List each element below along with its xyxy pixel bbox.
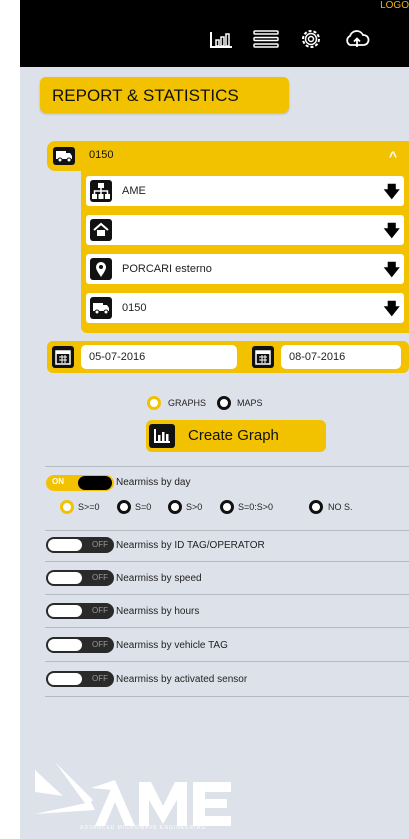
filter-vehicle[interactable]: 0150 🡇 <box>86 293 404 323</box>
ame-logo <box>35 762 295 832</box>
logo-text: LOGO <box>380 0 409 11</box>
toggle-state: OFF <box>92 674 108 683</box>
radio-s-mixed-label: S=0:S>0 <box>238 502 274 512</box>
divider <box>45 594 409 595</box>
gear-icon[interactable] <box>298 28 324 50</box>
radio-s-mixed[interactable] <box>220 500 234 514</box>
toggle-nearmiss-by-speed[interactable]: OFF <box>46 570 114 586</box>
app-panel: LOGO REPORT & STATISTICS 0150 ^ AME 🡇 🡇 … <box>20 0 409 839</box>
toggle-nearmiss-by-vehicle-tag[interactable]: OFF <box>46 637 114 653</box>
home-icon <box>90 219 112 241</box>
radio-maps-label: MAPS <box>237 398 263 408</box>
divider <box>45 661 409 662</box>
page-title-box: REPORT & STATISTICS <box>40 77 289 113</box>
radio-s-gte-0-label: S>=0 <box>78 502 100 512</box>
toggle-state: OFF <box>92 606 108 615</box>
divider <box>45 627 409 628</box>
radio-s-gt-0[interactable] <box>168 500 182 514</box>
divider <box>45 696 409 697</box>
filter-location-value: PORCARI esterno <box>122 263 212 275</box>
arrow-down-icon[interactable]: 🡇 <box>384 259 400 286</box>
toggle-state: OFF <box>92 640 108 649</box>
report-label: Nearmiss by hours <box>116 606 200 617</box>
toggle-state: ON <box>52 477 64 486</box>
chevron-up-icon[interactable]: ^ <box>389 148 397 164</box>
radio-s-gt-0-label: S>0 <box>186 502 203 512</box>
radio-s-gte-0[interactable] <box>60 500 74 514</box>
radio-s-eq-0[interactable] <box>117 500 131 514</box>
toggle-nearmiss-by-sensor[interactable]: OFF <box>46 671 114 687</box>
date-from-input[interactable]: 05-07-2016 <box>81 345 237 369</box>
vehicle-section-label: 0150 <box>89 149 114 161</box>
radio-maps[interactable] <box>217 396 231 410</box>
toggle-state: OFF <box>92 573 108 582</box>
toggle-knob <box>48 539 82 551</box>
radio-s-eq-0-label: S=0 <box>135 502 152 512</box>
filter-panel: AME 🡇 🡇 PORCARI esterno 🡇 0150 🡇 <box>81 171 409 333</box>
bar-chart-icon <box>149 424 175 448</box>
toggle-state: OFF <box>92 540 108 549</box>
page-title: REPORT & STATISTICS <box>52 86 239 105</box>
divider <box>45 561 409 562</box>
truck-icon <box>53 147 75 165</box>
radio-no-s-label: NO S. <box>328 502 353 512</box>
radio-no-s[interactable] <box>309 500 323 514</box>
divider <box>45 530 409 531</box>
location-pin-icon <box>90 258 112 280</box>
bar-chart-icon[interactable] <box>208 28 234 50</box>
toggle-nearmiss-by-hours[interactable]: OFF <box>46 603 114 619</box>
brand-tagline: ADVANCED MICROWAVE ENGINEERING <box>80 825 207 831</box>
filter-organization-value: AME <box>122 185 146 197</box>
cloud-upload-icon[interactable] <box>344 28 370 50</box>
filter-vehicle-value: 0150 <box>122 302 147 314</box>
vehicle-section-header[interactable]: 0150 ^ <box>47 141 409 171</box>
calendar-icon[interactable] <box>252 346 274 368</box>
report-label: Nearmiss by ID TAG/OPERATOR <box>116 540 265 551</box>
toggle-nearmiss-by-day[interactable]: ON <box>46 475 114 491</box>
create-graph-label: Create Graph <box>188 427 279 444</box>
filter-home[interactable]: 🡇 <box>86 215 404 245</box>
hierarchy-icon <box>90 180 112 202</box>
arrow-down-icon[interactable]: 🡇 <box>384 298 400 325</box>
toggle-knob <box>78 476 112 490</box>
calendar-icon[interactable] <box>52 346 74 368</box>
report-label: Nearmiss by vehicle TAG <box>116 640 228 651</box>
create-graph-button[interactable]: Create Graph <box>146 420 326 452</box>
radio-graphs[interactable] <box>147 396 161 410</box>
toggle-knob <box>48 639 82 651</box>
arrow-down-icon[interactable]: 🡇 <box>384 220 400 247</box>
report-label: Nearmiss by day <box>116 477 191 488</box>
report-label: Nearmiss by activated sensor <box>116 674 248 685</box>
divider <box>45 466 409 467</box>
toggle-nearmiss-by-operator[interactable]: OFF <box>46 537 114 553</box>
radio-graphs-label: GRAPHS <box>168 398 207 408</box>
arrow-down-icon[interactable]: 🡇 <box>384 181 400 208</box>
toggle-knob <box>48 673 82 685</box>
report-label: Nearmiss by speed <box>116 573 202 584</box>
filter-location[interactable]: PORCARI esterno 🡇 <box>86 254 404 284</box>
list-icon[interactable] <box>253 28 279 50</box>
filter-organization[interactable]: AME 🡇 <box>86 176 404 206</box>
toggle-knob <box>48 572 82 584</box>
truck-icon <box>90 297 112 319</box>
top-bar: LOGO <box>20 0 409 67</box>
toggle-knob <box>48 605 82 617</box>
date-to-input[interactable]: 08-07-2016 <box>281 345 401 369</box>
date-range-bar: 05-07-2016 08-07-2016 <box>47 341 409 373</box>
